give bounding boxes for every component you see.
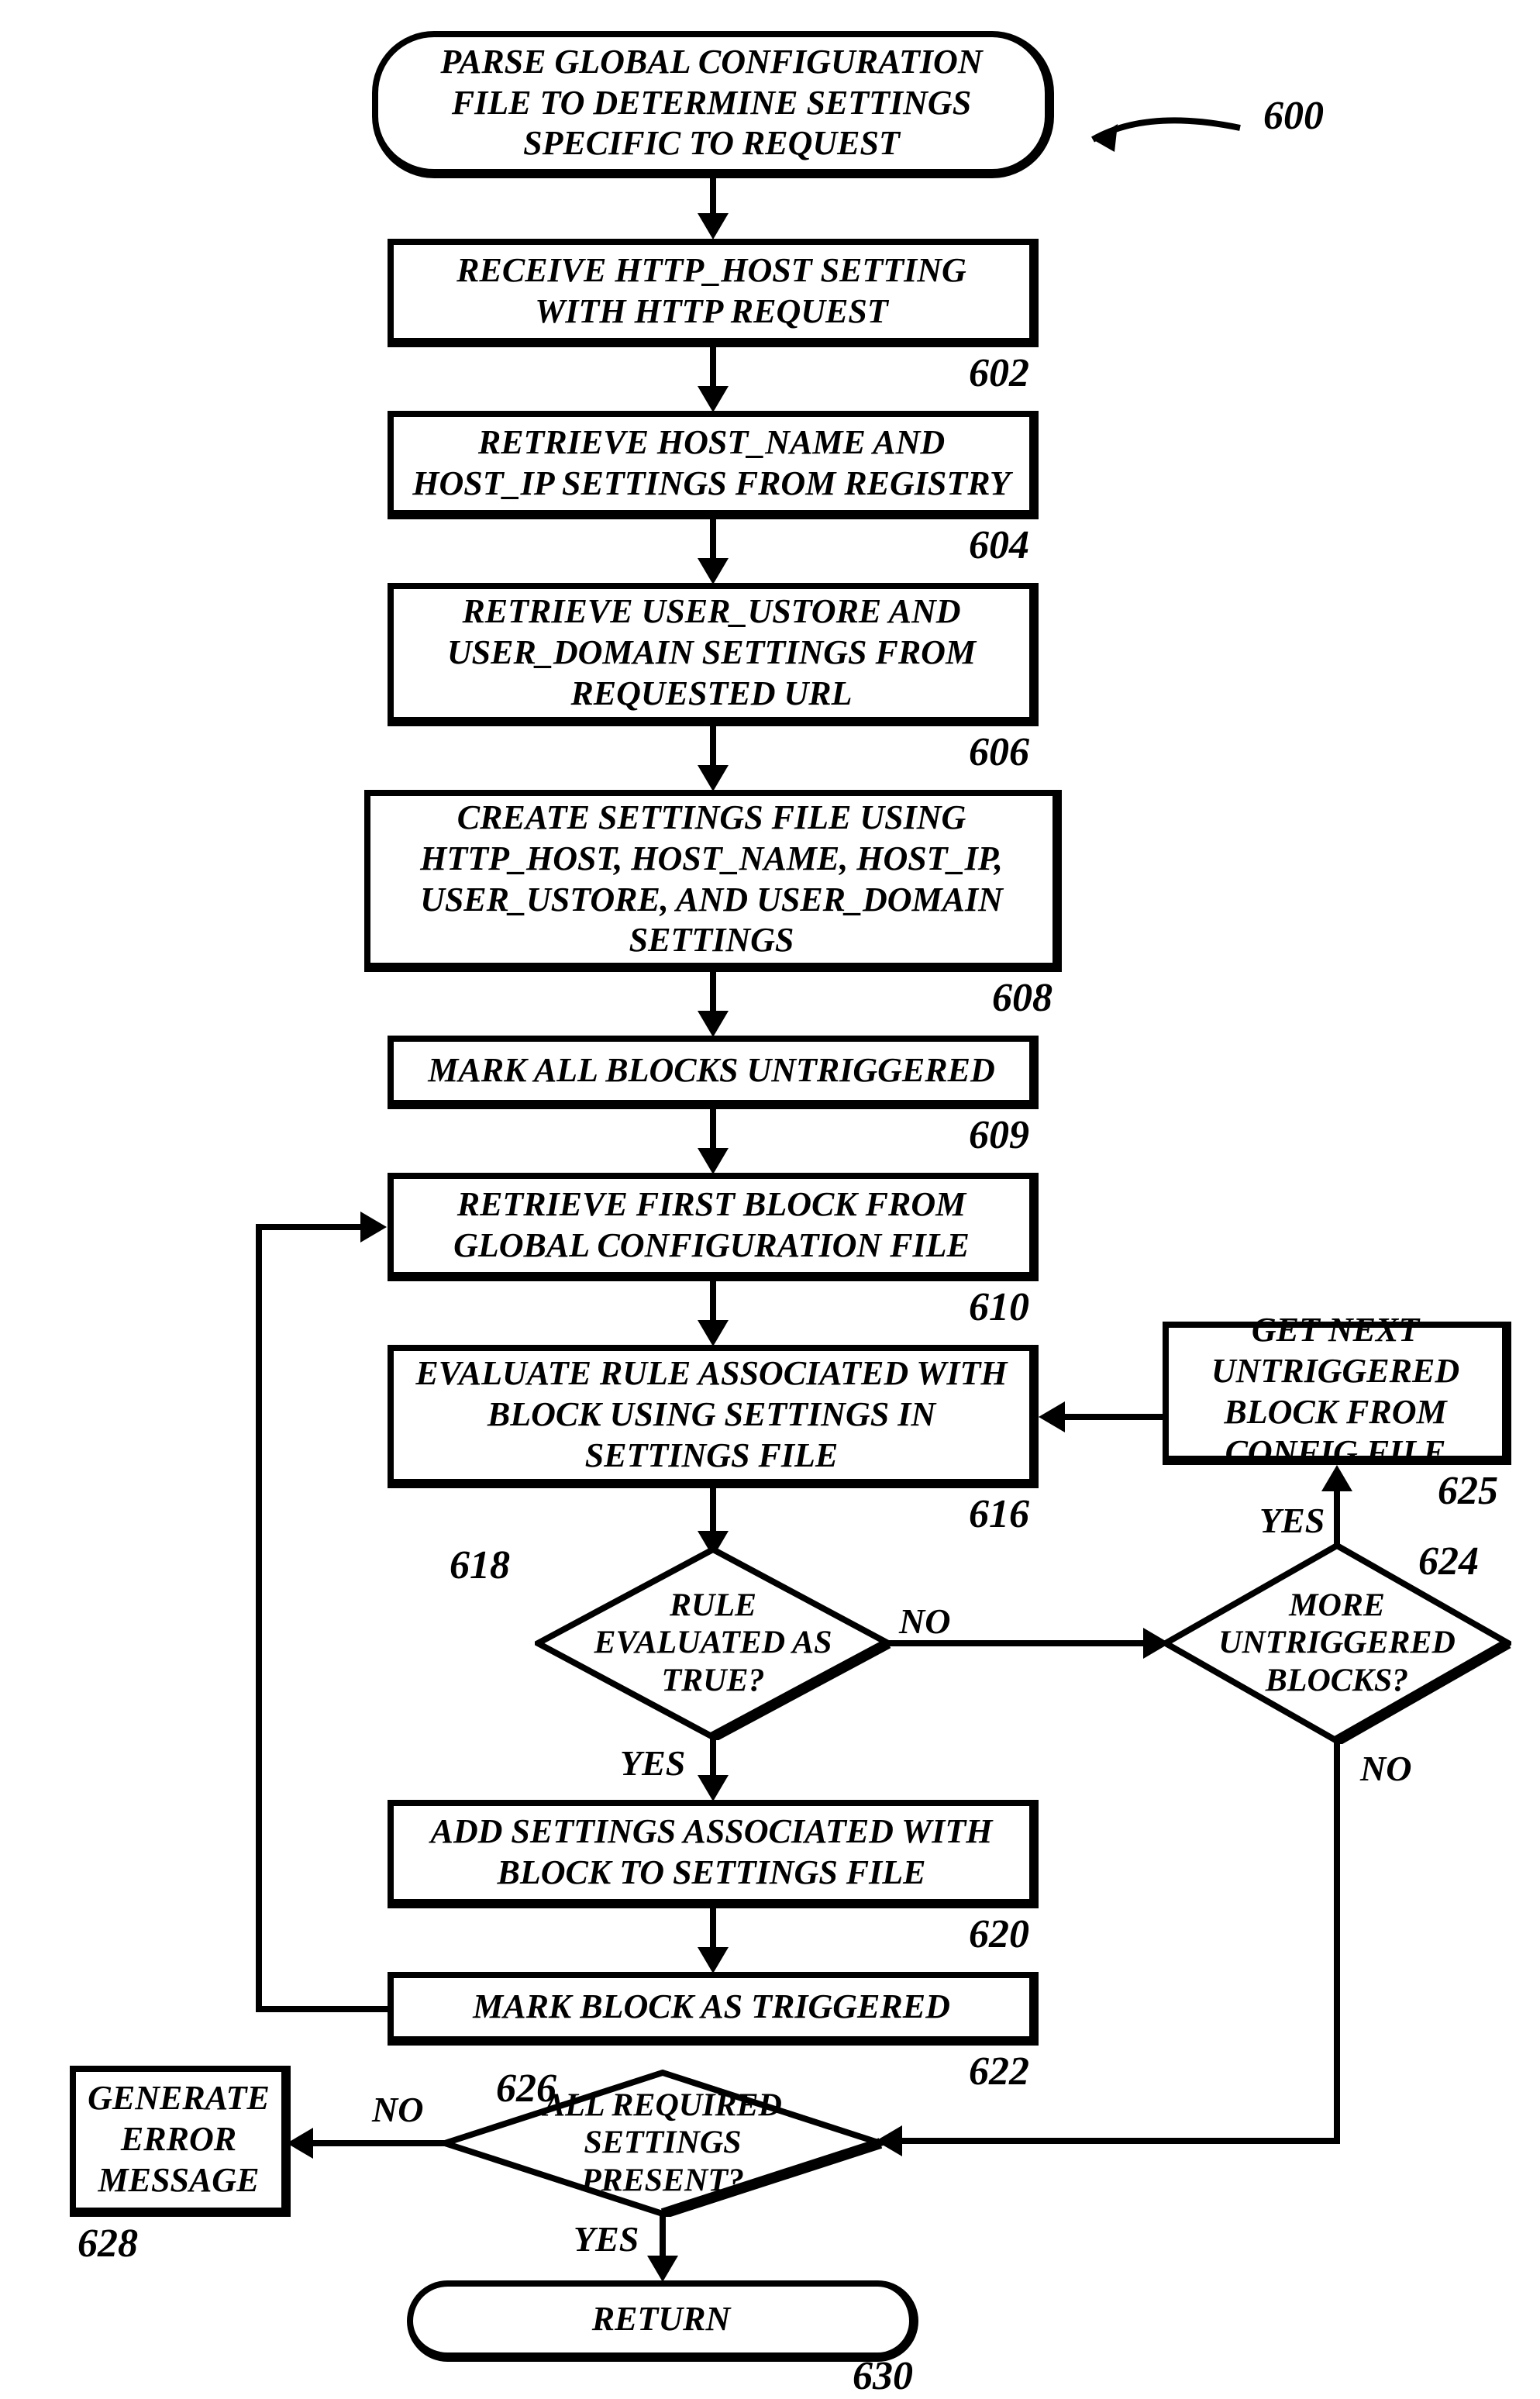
arrow-line — [310, 2140, 446, 2146]
edge-626-yes-label: YES — [574, 2218, 639, 2259]
node-610-text: RETRIEVE FIRST BLOCK FROM GLOBAL CONFIGU… — [411, 1184, 1012, 1267]
edge-624-no-label: NO — [1360, 1748, 1411, 1789]
node-624-text: MORE UNTRIGGERED BLOCKS? — [1197, 1587, 1476, 1700]
label-609: 609 — [969, 1112, 1029, 1158]
label-616: 616 — [969, 1491, 1029, 1537]
node-622: MARK BLOCK AS TRIGGERED — [388, 1972, 1039, 2046]
arrow-line — [710, 347, 716, 390]
pointer-600 — [1070, 101, 1263, 171]
node-625: GET NEXT UNTRIGGERED BLOCK FROM CONFIG F… — [1163, 1322, 1511, 1465]
arrow-line — [710, 972, 716, 1015]
arrow-down-icon — [698, 1148, 729, 1174]
arrow-line — [887, 1640, 1147, 1646]
arrow-right-icon — [360, 1212, 387, 1243]
node-606: RETRIEVE USER_USTORE AND USER_DOMAIN SET… — [388, 583, 1039, 726]
label-628: 628 — [78, 2221, 138, 2266]
node-616: EVALUATE RULE ASSOCIATED WITH BLOCK USIN… — [388, 1345, 1039, 1488]
arrow-line — [710, 519, 716, 562]
node-630-text: RETURN — [592, 2299, 730, 2340]
label-618: 618 — [450, 1542, 510, 1588]
node-602-text: RECEIVE HTTP_HOST SETTING WITH HTTP REQU… — [411, 250, 1012, 333]
node-618-decision: RULE EVALUATED AS TRUE? — [535, 1546, 891, 1740]
node-626-text: ALL REQUIRED SETTINGS PRESENT? — [519, 2087, 807, 2200]
arrow-line — [256, 1224, 364, 1230]
arrow-down-icon — [698, 213, 729, 240]
arrow-line — [1062, 1414, 1163, 1420]
arrow-left-icon — [287, 2128, 313, 2159]
flowchart: PARSE GLOBAL CONFIGURATION FILE TO DETER… — [0, 0, 1540, 2390]
node-616-text: EVALUATE RULE ASSOCIATED WITH BLOCK USIN… — [411, 1353, 1012, 1476]
arrow-down-icon — [698, 1947, 729, 1973]
arrow-line — [710, 178, 716, 217]
node-602: RECEIVE HTTP_HOST SETTING WITH HTTP REQU… — [388, 239, 1039, 347]
label-606: 606 — [969, 729, 1029, 775]
node-604: RETRIEVE HOST_NAME AND HOST_IP SETTINGS … — [388, 411, 1039, 519]
arrow-line — [256, 1224, 262, 2012]
edge-624-yes-label: YES — [1259, 1500, 1325, 1541]
node-620: ADD SETTINGS ASSOCIATED WITH BLOCK TO SE… — [388, 1800, 1039, 1908]
edge-618-yes-label: YES — [620, 1742, 685, 1784]
node-618-text: RULE EVALUATED AS TRUE? — [570, 1587, 856, 1700]
label-602: 602 — [969, 350, 1029, 396]
arrow-down-icon — [647, 2256, 678, 2282]
label-620: 620 — [969, 1911, 1029, 1957]
label-626: 626 — [496, 2066, 556, 2111]
label-608: 608 — [992, 975, 1053, 1021]
node-608: CREATE SETTINGS FILE USING HTTP_HOST, HO… — [364, 790, 1062, 972]
label-622: 622 — [969, 2049, 1029, 2094]
edge-618-no-label: NO — [899, 1601, 950, 1642]
node-620-text: ADD SETTINGS ASSOCIATED WITH BLOCK TO SE… — [411, 1811, 1012, 1894]
arrow-line — [1334, 1741, 1340, 2144]
arrow-line — [710, 1488, 716, 1535]
edge-626-no-label: NO — [372, 2089, 423, 2130]
arrow-line — [899, 2138, 1340, 2144]
arrow-line — [660, 2213, 666, 2259]
arrow-down-icon — [698, 1775, 729, 1801]
arrow-line — [710, 1908, 716, 1951]
arrow-line — [1334, 1488, 1340, 1546]
arrow-line — [710, 1281, 716, 1324]
node-628-text: GENERATE ERROR MESSAGE — [88, 2078, 270, 2201]
node-608-text: CREATE SETTINGS FILE USING HTTP_HOST, HO… — [388, 798, 1035, 961]
arrow-line — [710, 1109, 716, 1152]
node-628: GENERATE ERROR MESSAGE — [70, 2066, 291, 2217]
node-625-text: GET NEXT UNTRIGGERED BLOCK FROM CONFIG F… — [1186, 1310, 1485, 1474]
node-606-text: RETRIEVE USER_USTORE AND USER_DOMAIN SET… — [411, 591, 1012, 714]
arrow-down-icon — [698, 558, 729, 584]
node-609: MARK ALL BLOCKS UNTRIGGERED — [388, 1036, 1039, 1109]
node-600-text: PARSE GLOBAL CONFIGURATION FILE TO DETER… — [401, 42, 1021, 164]
label-604: 604 — [969, 522, 1029, 568]
node-610: RETRIEVE FIRST BLOCK FROM GLOBAL CONFIGU… — [388, 1173, 1039, 1281]
arrow-line — [710, 726, 716, 769]
node-622-text: MARK BLOCK AS TRIGGERED — [473, 1987, 950, 2028]
node-609-text: MARK ALL BLOCKS UNTRIGGERED — [428, 1050, 994, 1091]
label-625: 625 — [1438, 1468, 1498, 1514]
arrow-down-icon — [698, 1011, 729, 1037]
label-600: 600 — [1263, 93, 1324, 139]
node-630-terminator: RETURN — [407, 2280, 918, 2362]
label-624: 624 — [1418, 1539, 1479, 1584]
node-600-terminator: PARSE GLOBAL CONFIGURATION FILE TO DETER… — [372, 31, 1054, 178]
node-604-text: RETRIEVE HOST_NAME AND HOST_IP SETTINGS … — [411, 422, 1012, 505]
label-610: 610 — [969, 1284, 1029, 1330]
arrow-line — [256, 2006, 391, 2012]
arrow-down-icon — [698, 765, 729, 791]
arrow-down-icon — [698, 386, 729, 412]
arrow-left-icon — [1039, 1401, 1065, 1432]
arrow-line — [710, 1736, 716, 1779]
label-630: 630 — [853, 2353, 913, 2399]
arrow-down-icon — [698, 1320, 729, 1346]
